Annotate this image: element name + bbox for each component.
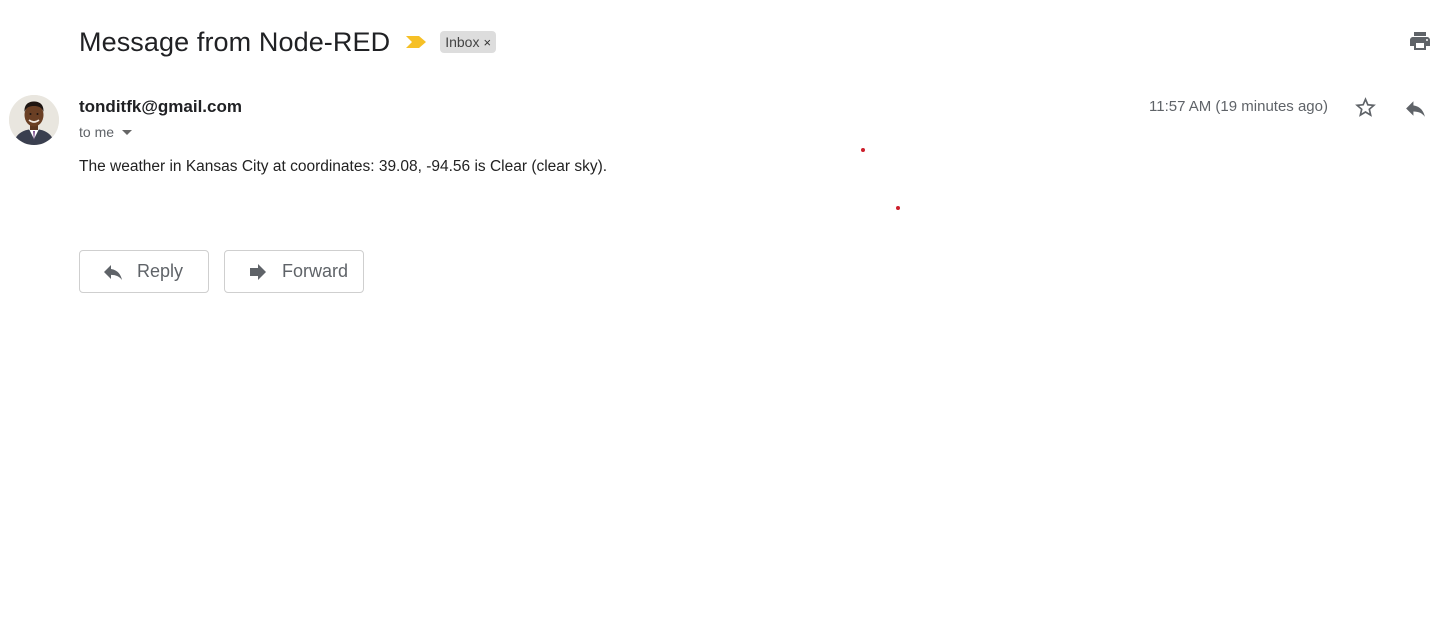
email-subject: Message from Node-RED: [79, 26, 391, 57]
forward-icon: [246, 260, 270, 284]
importance-marker-icon[interactable]: [405, 35, 427, 49]
avatar[interactable]: [9, 95, 59, 145]
cursor-dot: [861, 148, 865, 152]
cursor-dot: [896, 206, 900, 210]
chevron-down-icon[interactable]: [122, 129, 133, 135]
subject-row: Message from Node-RED Inbox ×: [79, 24, 497, 60]
sender-email: tonditfk@gmail.com: [79, 97, 242, 116]
message-body: The weather in Kansas City at coordinate…: [79, 158, 608, 175]
reply-button-label: Reply: [137, 261, 184, 281]
message-timestamp: 11:57 AM (19 minutes ago): [1149, 98, 1328, 115]
label-chip-text: Inbox: [445, 34, 480, 50]
label-chip-inbox[interactable]: Inbox ×: [440, 31, 497, 53]
reply-button[interactable]: Reply: [79, 250, 209, 293]
recipient-details[interactable]: to me: [79, 124, 133, 140]
reply-icon[interactable]: [1403, 96, 1428, 121]
label-remove-icon[interactable]: ×: [483, 35, 491, 50]
print-icon[interactable]: [1408, 29, 1432, 53]
forward-button-label: Forward: [282, 261, 349, 281]
star-icon[interactable]: [1353, 95, 1378, 120]
recipient-label: to me: [79, 124, 115, 140]
reply-icon: [101, 260, 125, 284]
forward-button[interactable]: Forward: [224, 250, 364, 293]
